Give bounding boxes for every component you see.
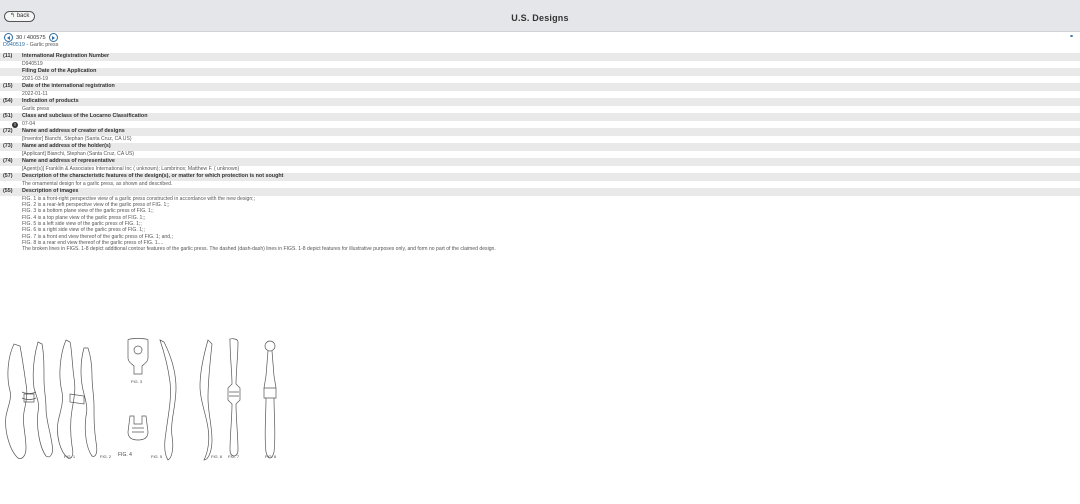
section-label: Class and subclass of the Locarno Classi… [22, 113, 148, 119]
bibliographic-sections: (11) International Registration Number D9… [0, 53, 1080, 253]
section-code: (51) [3, 113, 13, 119]
section-label: Name and address of the holder(s) [22, 143, 111, 149]
fig-1-drawing [5, 341, 53, 459]
figure-label: FIG. 6 [211, 454, 223, 459]
section-code: (74) [3, 158, 13, 164]
section-label: Indication of products [22, 98, 79, 104]
design-drawings: FIG. 1 FIG. 2 FIG. 3 FIG. 4 FIG. 5 FIG. … [0, 336, 300, 466]
section-value: ! 07-04 [0, 121, 1080, 128]
section-code: (72) [3, 128, 13, 134]
permalink-icon[interactable]: ⚭ [1069, 33, 1074, 40]
record-navigation: 30 / 400575 [4, 33, 58, 42]
section-representative: (74) Name and address of representative [… [0, 158, 1080, 173]
locarno-class-value: 07-04 [22, 120, 36, 127]
figure-label: FIG. 3 [131, 379, 143, 384]
section-value: D940519 [22, 60, 43, 67]
section-label: Description of the characteristic featur… [22, 173, 284, 179]
page-title: U.S. Designs [511, 13, 569, 23]
document-number-link[interactable]: D940519 [3, 42, 25, 48]
figure-label: FIG. 4 [118, 452, 132, 458]
fig-6-drawing [199, 339, 213, 461]
section-description-of-images: (55) Description of images FIG. 1 is a fr… [0, 188, 1080, 253]
section-label: Name and address of creator of designs [22, 128, 125, 134]
section-value: Garlic press [22, 105, 50, 112]
section-code: (11) [3, 53, 13, 59]
figure-label: FIG. 8 [265, 454, 277, 459]
section-creator: (72) Name and address of creator of desig… [0, 128, 1080, 143]
figure-label: FIG. 2 [100, 454, 112, 459]
section-filing-date: Filing Date of the Application 2021-03-1… [0, 68, 1080, 83]
section-value: [Applicant] Bianchi, Stephan (Santa Cruz… [22, 150, 135, 157]
fig-3-drawing [127, 338, 149, 375]
section-label: Filing Date of the Application [22, 68, 97, 74]
next-record-button[interactable] [48, 33, 58, 42]
section-registration-number: (11) International Registration Number D9… [0, 53, 1080, 68]
section-value: 2021-03-19 [22, 75, 49, 82]
figure-label: FIG. 5 [151, 454, 163, 459]
info-icon[interactable]: ! [12, 121, 18, 128]
section-value: The ornamental design for a garlic press… [22, 180, 173, 187]
record-position: 30 / 400575 [16, 34, 46, 41]
fig-2-drawing [57, 339, 98, 459]
figure-label: FIG. 7 [228, 454, 240, 459]
fig-4-drawing [127, 415, 149, 441]
section-label: Description of images [22, 188, 79, 194]
section-code: (57) [3, 173, 13, 179]
figure-label: FIG. 1 [64, 454, 76, 459]
section-value: 2022-01-11 [22, 90, 48, 97]
arrow-right-icon [52, 35, 56, 40]
fig-8-drawing [263, 340, 277, 459]
fig-7-drawing [227, 338, 241, 457]
section-code: (54) [3, 98, 13, 104]
section-locarno-class: (51) Class and subclass of the Locarno Cl… [0, 113, 1080, 128]
section-label: Date of the international registration [22, 83, 115, 89]
section-label: Name and address of representative [22, 158, 115, 164]
section-code: (73) [3, 143, 13, 149]
header-bar: ↰ back U.S. Designs [0, 0, 1080, 32]
section-value: [Inventor] Bianchi, Stephan (Santa Cruz,… [22, 135, 132, 142]
image-description-line: The broken lines in FIGS. 1-8 depict add… [22, 246, 496, 253]
section-registration-date: (15) Date of the international registrati… [0, 83, 1080, 98]
section-code: (15) [3, 83, 13, 89]
section-value: [Agent(s)] Franklin & Associates Interna… [22, 165, 240, 172]
arrow-left-icon [6, 35, 10, 40]
previous-record-button[interactable] [4, 33, 13, 42]
document-title-line: D940519 - Garlic press [3, 42, 58, 48]
section-holder: (73) Name and address of the holder(s) [A… [0, 143, 1080, 158]
garlic-press-drawing-image [5, 338, 277, 461]
section-label: International Registration Number [22, 53, 110, 59]
fig-5-drawing [159, 339, 177, 461]
section-indication-of-products: (54) Indication of products Garlic press [0, 98, 1080, 113]
section-code: (55) [3, 188, 13, 194]
section-characteristic-features: (57) Description of the characteristic fe… [0, 173, 1080, 188]
document-title: - Garlic press [24, 42, 59, 48]
